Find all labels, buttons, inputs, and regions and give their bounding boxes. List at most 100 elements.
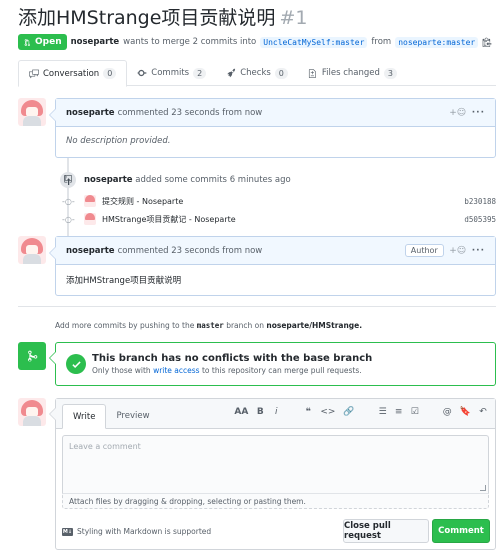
tab-conversation-label: Conversation xyxy=(43,68,100,79)
avatar[interactable] xyxy=(18,398,46,426)
code-icon[interactable]: <> xyxy=(320,407,335,417)
pr-title-text: 添加HMStrange项目贡献说明 xyxy=(18,7,276,29)
commits-added-text: added some commits 6 minutes ago xyxy=(135,175,291,185)
italic-icon[interactable]: i xyxy=(272,407,280,417)
quote-icon[interactable]: ❝ xyxy=(304,407,312,417)
link-icon[interactable]: 🔗 xyxy=(343,407,354,417)
add-reaction-icon[interactable]: +☺ xyxy=(449,245,466,257)
markdown-note[interactable]: M↓ Styling with Markdown is supported xyxy=(62,527,211,536)
pr-author-link[interactable]: noseparte xyxy=(71,37,120,47)
merge-status-box: This branch has no conflicts with the ba… xyxy=(49,342,496,386)
commit-sha[interactable]: d505395 xyxy=(464,215,496,224)
numbered-list-icon[interactable]: ≡ xyxy=(395,407,403,417)
commit-row[interactable]: -○- HMStrange项目贡献记 - Noseparte d505395 xyxy=(62,211,496,227)
comment-placeholder: Leave a comment xyxy=(69,442,141,451)
base-branch[interactable]: UncleCatMySelf:master xyxy=(260,36,368,48)
comment-author[interactable]: noseparte xyxy=(66,246,115,256)
bulleted-list-icon[interactable]: ☰ xyxy=(379,407,387,417)
tab-checks-count: 0 xyxy=(274,67,288,79)
tab-files-changed[interactable]: Files changed 3 xyxy=(298,60,407,86)
tab-preview[interactable]: Preview xyxy=(106,404,159,428)
from-text: from xyxy=(371,37,392,47)
tab-commits[interactable]: Commits 2 xyxy=(127,60,216,86)
resize-handle-icon[interactable] xyxy=(480,485,486,491)
commit-avatar[interactable] xyxy=(84,195,96,207)
tab-conversation-count: 0 xyxy=(103,68,117,79)
tab-commits-label: Commits xyxy=(151,68,190,78)
tab-checks-label: Checks xyxy=(240,68,271,78)
tab-write[interactable]: Write xyxy=(62,404,107,429)
pull-request-icon xyxy=(24,38,31,46)
mention-icon[interactable]: @ xyxy=(443,407,452,417)
head-branch[interactable]: noseparte:master xyxy=(395,36,479,48)
commit-dot-icon: -○- xyxy=(62,196,75,206)
rocket-icon xyxy=(227,68,236,78)
file-diff-icon xyxy=(308,69,316,78)
comment-header: noseparte commented 23 seconds from now … xyxy=(56,237,495,265)
add-reaction-icon[interactable]: +☺ xyxy=(449,107,466,119)
commits-added-author[interactable]: noseparte xyxy=(84,175,133,185)
comment-body: 添加HMStrange项目贡献说明 xyxy=(66,276,182,286)
pr-number: #1 xyxy=(279,7,308,29)
comment-form-header: Write Preview AA B i ❝ <> 🔗 ☰ ≡ ☑ @ 🔖 ↶ xyxy=(56,399,495,429)
push-hint-middle: branch on xyxy=(226,321,264,330)
header-text-icon[interactable]: AA xyxy=(234,407,248,417)
reply-icon[interactable]: ↶ xyxy=(479,407,487,417)
markdown-icon: M↓ xyxy=(62,527,73,536)
git-merge-icon xyxy=(18,342,46,370)
clipboard-icon[interactable] xyxy=(482,37,492,47)
comment-textarea[interactable]: Leave a comment xyxy=(62,435,489,493)
kebab-menu-icon[interactable]: ··· xyxy=(472,246,485,256)
comment-header: noseparte commented 23 seconds from now … xyxy=(56,99,495,127)
comment-button[interactable]: Comment xyxy=(432,519,490,543)
tab-checks[interactable]: Checks 0 xyxy=(216,60,298,86)
commit-sha[interactable]: b230188 xyxy=(464,197,496,206)
merge-status-title: This branch has no conflicts with the ba… xyxy=(92,353,373,364)
bookmark-icon[interactable]: 🔖 xyxy=(460,407,471,417)
tab-files-changed-count: 3 xyxy=(383,67,398,79)
comment-box: noseparte commented 23 seconds from now … xyxy=(49,236,496,296)
state-badge: Open xyxy=(18,34,67,50)
commit-icon xyxy=(137,69,147,77)
merge-detail-suffix: to this repository can merge pull reques… xyxy=(201,366,362,375)
bold-icon[interactable]: B xyxy=(256,407,264,417)
push-hint-prefix: Add more commits by pushing to the xyxy=(55,321,195,330)
close-pull-request-button[interactable]: Close pull request xyxy=(343,519,429,543)
merge-status-detail: Only those with write access to this rep… xyxy=(92,366,372,375)
comment-box: noseparte commented 23 seconds from now … xyxy=(49,98,496,158)
timeline-divider xyxy=(18,306,496,307)
check-icon xyxy=(66,354,86,374)
commit-message[interactable]: 提交规则 - Noseparte xyxy=(102,196,464,207)
commit-message[interactable]: HMStrange项目贡献记 - Noseparte xyxy=(102,214,464,225)
pr-meta: Open noseparte wants to merge 2 commits … xyxy=(18,34,492,50)
comment-body: No description provided. xyxy=(66,136,171,146)
repo-push-icon xyxy=(60,172,76,188)
push-hint-repo[interactable]: noseparte/HMStrange. xyxy=(266,321,362,330)
markdown-note-text: Styling with Markdown is supported xyxy=(77,527,212,536)
comment-author[interactable]: noseparte xyxy=(66,108,115,118)
avatar[interactable] xyxy=(18,98,46,126)
new-comment-form: Write Preview AA B i ❝ <> 🔗 ☰ ≡ ☑ @ 🔖 ↶ … xyxy=(49,398,496,550)
push-hint-branch: master xyxy=(196,321,224,330)
author-badge: Author xyxy=(404,244,444,257)
comment-timestamp[interactable]: commented 23 seconds from now xyxy=(118,246,263,256)
tab-commits-count: 2 xyxy=(193,67,207,79)
commit-row[interactable]: -○- 提交规则 - Noseparte b230188 xyxy=(62,193,496,209)
kebab-menu-icon[interactable]: ··· xyxy=(472,108,485,118)
commit-avatar[interactable] xyxy=(84,213,96,225)
markdown-toolbar: AA B i ❝ <> 🔗 ☰ ≡ ☑ @ 🔖 ↶ xyxy=(234,407,487,417)
comment-discussion-icon xyxy=(29,69,39,78)
state-label: Open xyxy=(35,37,62,47)
merge-text: wants to merge 2 commits into xyxy=(123,37,257,47)
pr-tabs: Conversation 0 Commits 2 Checks 0 Files … xyxy=(18,60,496,87)
task-list-icon[interactable]: ☑ xyxy=(411,407,419,417)
attach-files-dropzone[interactable]: Attach files by dragging & dropping, sel… xyxy=(62,493,489,509)
pr-title: 添加HMStrange项目贡献说明 #1 xyxy=(18,6,307,30)
comment-timestamp[interactable]: commented 23 seconds from now xyxy=(118,108,263,118)
avatar[interactable] xyxy=(18,236,46,264)
commits-added-event: noseparte added some commits 6 minutes a… xyxy=(60,172,291,188)
write-access-link[interactable]: write access xyxy=(153,366,200,375)
commit-dot-icon: -○- xyxy=(62,214,75,224)
tab-conversation[interactable]: Conversation 0 xyxy=(18,60,128,87)
tab-files-changed-label: Files changed xyxy=(321,68,380,78)
